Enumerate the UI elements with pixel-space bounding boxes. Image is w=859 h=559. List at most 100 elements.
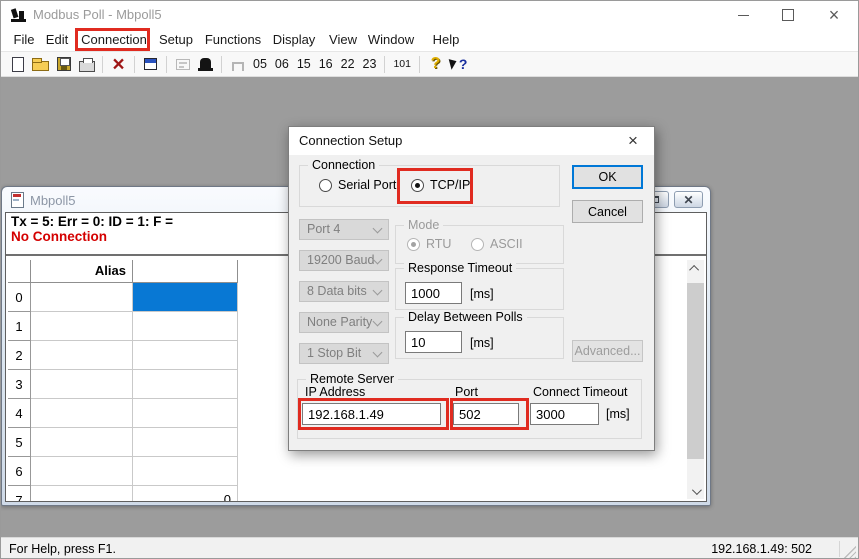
menu-display[interactable]: Display [270, 29, 318, 51]
status-help-text: For Help, press F1. [9, 538, 116, 559]
open-folder-icon [32, 61, 49, 71]
alias-cell[interactable] [31, 428, 133, 457]
alias-cell[interactable] [31, 312, 133, 341]
statusbar: For Help, press F1. 192.168.1.49: 502 [1, 537, 858, 559]
vertical-scrollbar[interactable] [687, 260, 704, 499]
menu-window[interactable]: Window [366, 29, 416, 51]
row-header: 4 [8, 399, 31, 428]
connect-timeout-label: Connect Timeout [533, 385, 628, 399]
value-cell[interactable] [133, 370, 238, 399]
delay-unit: [ms] [470, 336, 494, 350]
row-header: 7 [8, 486, 31, 501]
highlight-connection-menu [75, 28, 150, 51]
setup-window-button[interactable] [139, 54, 162, 75]
menu-setup[interactable]: Setup [155, 29, 197, 51]
value-cell[interactable] [133, 428, 238, 457]
ok-button[interactable]: OK [572, 165, 643, 189]
document-icon [11, 192, 24, 208]
remote-server-label: Remote Server [306, 372, 398, 386]
value-cell[interactable] [133, 399, 238, 428]
radio-circle-selected [407, 238, 420, 251]
scroll-down-icon[interactable] [687, 483, 704, 499]
poll-button-disabled [171, 54, 194, 75]
grid-corner-cell [8, 260, 31, 283]
response-timeout-input[interactable] [405, 282, 462, 304]
alias-cell[interactable] [31, 283, 133, 312]
dialog-close-icon[interactable]: × [620, 127, 646, 155]
help-button[interactable] [424, 54, 447, 75]
ascii-radio: ASCII [471, 237, 523, 251]
alias-cell[interactable] [31, 457, 133, 486]
response-timeout-unit: [ms] [470, 287, 494, 301]
save-button[interactable] [52, 54, 75, 75]
func-05-button[interactable]: 05 [249, 54, 271, 75]
device-button[interactable] [194, 54, 217, 75]
new-file-button[interactable] [6, 54, 29, 75]
cancel-button[interactable]: Cancel [572, 200, 643, 223]
status-connection-text: 192.168.1.49: 502 [711, 538, 812, 559]
value-cell[interactable] [133, 341, 238, 370]
menu-functions[interactable]: Functions [203, 29, 263, 51]
child-window-title: Mbpoll5 [30, 193, 76, 208]
window-icon [144, 58, 157, 70]
row-header: 0 [8, 283, 31, 312]
close-icon[interactable] [813, 1, 855, 29]
func-06-button[interactable]: 06 [271, 54, 293, 75]
context-help-icon [449, 56, 467, 72]
func-16-button[interactable]: 16 [315, 54, 337, 75]
alias-cell[interactable] [31, 399, 133, 428]
alias-cell[interactable] [31, 486, 133, 501]
alias-column-header[interactable]: Alias [31, 260, 133, 283]
row-header: 1 [8, 312, 31, 341]
disconnect-button[interactable] [107, 54, 130, 75]
open-file-button[interactable] [29, 54, 52, 75]
value-column-header[interactable] [133, 260, 238, 283]
menu-file[interactable]: File [9, 29, 39, 51]
delay-between-polls-input[interactable] [405, 331, 462, 353]
app-icon [10, 7, 27, 24]
maximize-icon[interactable] [767, 1, 809, 29]
connect-timeout-unit: [ms] [606, 407, 630, 421]
alias-cell[interactable] [31, 341, 133, 370]
menu-edit[interactable]: Edit [42, 29, 72, 51]
radio-circle [471, 238, 484, 251]
resize-grip[interactable] [844, 546, 856, 558]
pulse-button-disabled [226, 54, 249, 75]
toolbar-separator [134, 56, 135, 73]
print-button[interactable] [75, 54, 98, 75]
dialog-titlebar[interactable]: Connection Setup × [289, 127, 654, 155]
serial-port-radio[interactable]: Serial Port [319, 178, 396, 192]
context-help-button[interactable] [447, 54, 470, 75]
close-glyph: ✕ [683, 194, 693, 206]
scroll-up-icon[interactable] [687, 260, 704, 276]
func-23-button[interactable]: 23 [359, 54, 381, 75]
stop-bits-select: 1 Stop Bit [299, 343, 389, 364]
menu-view[interactable]: View [326, 29, 360, 51]
response-timeout-label: Response Timeout [404, 261, 516, 275]
scrollbar-thumb[interactable] [687, 283, 704, 459]
pulse-icon [232, 62, 244, 71]
comm-log-button[interactable]: 101 [389, 54, 415, 75]
connection-setup-dialog: Connection Setup × Connection Serial Por… [288, 126, 655, 451]
value-cell-selected[interactable] [133, 283, 238, 312]
serial-port-select: Port 4 [299, 219, 389, 240]
poll-icon [176, 59, 190, 70]
value-cell[interactable] [133, 457, 238, 486]
func-22-button[interactable]: 22 [337, 54, 359, 75]
value-cell[interactable] [133, 312, 238, 341]
print-icon [79, 61, 95, 72]
minimize-icon[interactable] [722, 1, 764, 29]
func-15-button[interactable]: 15 [293, 54, 315, 75]
main-titlebar: Modbus Poll - Mbpoll5 [1, 1, 858, 29]
child-close-icon[interactable]: ✕ [674, 191, 703, 208]
menu-help[interactable]: Help [429, 29, 463, 51]
toolbar-separator [102, 56, 103, 73]
child-titlebar[interactable]: Mbpoll5 [11, 191, 76, 209]
mode-group-label: Mode [404, 218, 443, 232]
ascii-label: ASCII [490, 237, 523, 251]
connect-timeout-input[interactable] [530, 403, 599, 425]
alias-cell[interactable] [31, 370, 133, 399]
highlight-port [450, 398, 529, 430]
toolbar-separator [384, 56, 385, 73]
value-cell[interactable]: 0 [133, 486, 238, 501]
